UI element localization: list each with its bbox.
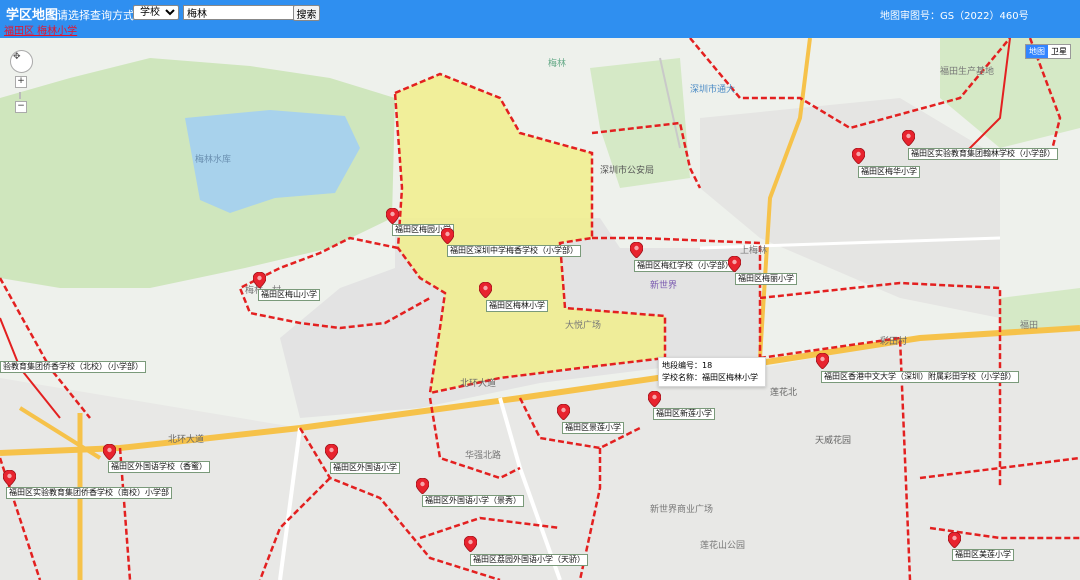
top-toolbar: 学区地图 请选择查询方式： 学校名称 搜索 地图审图号：GS（2022）460号… [0, 0, 1080, 38]
zoom-slider[interactable] [19, 92, 21, 99]
map-pin-icon[interactable] [479, 282, 492, 298]
map-type-satellite-button[interactable]: 卫星 [1048, 45, 1070, 58]
lot-number-label: 地段编号： [662, 361, 702, 370]
zoom-in-button[interactable]: + [15, 76, 27, 88]
school-label[interactable]: 福田区实验教育集团翰林学校（小学部） [908, 148, 1058, 160]
map-pin-icon[interactable] [948, 532, 961, 548]
map-label: 大悦广场 [565, 319, 601, 331]
map-pin-icon[interactable] [103, 444, 116, 460]
app-title: 学区地图 [6, 8, 59, 23]
map-type-map-button[interactable]: 地图 [1026, 45, 1048, 58]
map-label: 莲花山公园 [700, 539, 745, 551]
school-label[interactable]: 福田区新莲小学 [653, 408, 715, 420]
map-label: 深圳市公安局 [600, 164, 654, 176]
map-pin-icon[interactable] [816, 353, 829, 369]
map-label: 梅林水库 [195, 153, 231, 165]
map-pin-icon[interactable] [464, 536, 477, 552]
map-label: 北环大道 [460, 377, 496, 389]
lot-number-row: 地段编号：18 [662, 360, 762, 372]
map-label: 梅林 [548, 57, 566, 69]
search-button[interactable]: 搜索 [293, 5, 320, 21]
breadcrumb-link[interactable]: 福田区 梅林小学 [4, 22, 77, 37]
school-label[interactable]: 福田区荔园外国语小学（天骄） [470, 554, 588, 566]
map-pin-icon[interactable] [416, 478, 429, 494]
pan-control[interactable]: ✥ [10, 50, 33, 73]
school-label[interactable]: 福田区深圳中学梅香学校（小学部） [447, 245, 581, 257]
school-name-label: 学校名称： [662, 373, 702, 382]
query-mode-select[interactable]: 学校名称 [133, 5, 179, 20]
pan-arrows-icon[interactable]: ✥ [13, 52, 21, 62]
map-label: 新世界 [650, 279, 677, 291]
map-pin-icon[interactable] [648, 391, 661, 407]
map-pin-icon[interactable] [441, 228, 454, 244]
map-label: 新世界商业广场 [650, 503, 713, 515]
school-label[interactable]: 验教育集团侨香学校（北校）（小学部） [0, 361, 146, 373]
map-pin-icon[interactable] [902, 130, 915, 146]
map-pin-icon[interactable] [386, 208, 399, 224]
school-label[interactable]: 福田区梅华小学 [858, 166, 920, 178]
map-label: 北环大道 [168, 433, 204, 445]
map-label: 华强北路 [465, 449, 501, 461]
school-label[interactable]: 福田区外国语小学 [330, 462, 400, 474]
school-label[interactable]: 福田区外国语学校（香蜜） [108, 461, 210, 473]
school-district-map[interactable]: 深圳市公安局 深圳市通大 福田生产基地 梅林水库 梅林 新世界 大悦广场 北环大… [0, 38, 1080, 580]
school-label[interactable]: 福田区景莲小学 [562, 422, 624, 434]
map-label: 上梅林 [740, 244, 767, 256]
school-label[interactable]: 福田区实验教育集团侨香学校（南校）小学部 [6, 487, 172, 499]
map-review-number: 地图审图号：GS（2022）460号 [880, 11, 1029, 22]
school-name-row: 学校名称：福田区梅林小学 [662, 372, 762, 384]
school-label[interactable]: 福田区香港中文大学（深圳）附属彩田学校（小学部） [821, 371, 1019, 383]
school-label[interactable]: 福田区外国语小学（景秀） [422, 495, 524, 507]
map-label: 莲花北 [770, 386, 797, 398]
search-input[interactable] [183, 5, 295, 20]
query-mode-label: 请选择查询方式： [57, 9, 145, 22]
map-pin-icon[interactable] [557, 404, 570, 420]
map-pin-icon[interactable] [630, 242, 643, 258]
map-pin-icon[interactable] [3, 470, 16, 486]
zoom-out-button[interactable]: − [15, 101, 27, 113]
map-pin-icon[interactable] [253, 272, 266, 288]
school-name-value: 福田区梅林小学 [702, 373, 758, 382]
school-label[interactable]: 福田区梅红学校（小学部） [634, 260, 736, 272]
map-pin-icon[interactable] [728, 256, 741, 272]
school-label[interactable]: 福田区梅丽小学 [735, 273, 797, 285]
school-label[interactable]: 福田区梅山小学 [258, 289, 320, 301]
map-label: 深圳市通大 [690, 83, 735, 95]
map-type-switch[interactable]: 地图 卫星 [1025, 44, 1071, 59]
school-info-popup[interactable]: 地段编号：18 学校名称：福田区梅林小学 [658, 357, 766, 387]
map-pin-icon[interactable] [325, 444, 338, 460]
map-label: 天威花园 [815, 434, 851, 446]
lot-number-value: 18 [702, 361, 713, 370]
map-pin-icon[interactable] [852, 148, 865, 164]
school-label[interactable]: 福田区梅林小学 [486, 300, 548, 312]
map-label: 彩田村 [880, 335, 907, 347]
map-label: 福田 [1020, 319, 1038, 331]
school-label[interactable]: 福田区美莲小学 [952, 549, 1014, 561]
map-label: 福田生产基地 [940, 65, 994, 77]
